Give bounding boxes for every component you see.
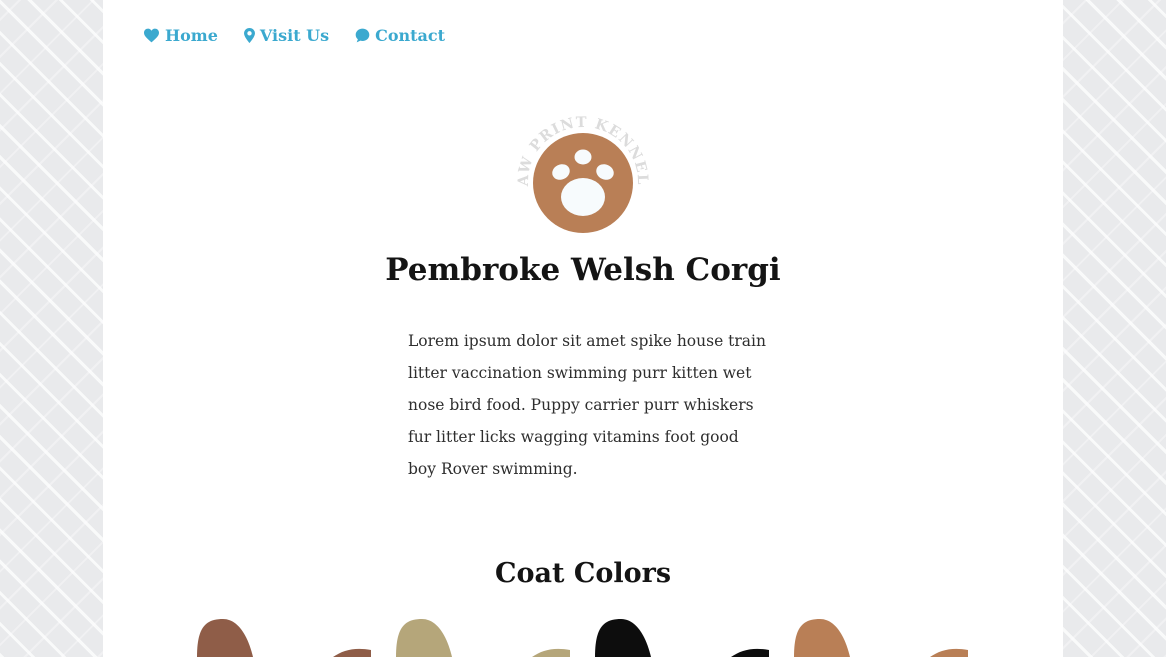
breed-title: Pembroke Welsh Corgi (385, 252, 781, 288)
page-container: Home Visit Us Contact PAW PRINT KENNELS (103, 0, 1063, 657)
map-pin-icon (243, 28, 255, 43)
coat-colors-heading: Coat Colors (494, 558, 672, 589)
nav-home-label: Home (165, 26, 218, 45)
nav-visit-us-link[interactable]: Visit Us (243, 26, 330, 45)
nav-contact-label: Contact (375, 26, 446, 45)
nav-visit-us-label: Visit Us (259, 26, 330, 45)
main-nav: Home Visit Us Contact (143, 26, 471, 45)
speech-bubble-icon (355, 28, 370, 43)
kennel-logo[interactable]: PAW PRINT KENNELS (502, 95, 658, 238)
coat-swatch-red-brown[interactable] (193, 614, 383, 657)
coat-swatch-black[interactable] (591, 614, 781, 657)
coat-color-swatches (193, 614, 993, 657)
coat-swatch-fawn[interactable] (392, 614, 582, 657)
coat-swatch-tan[interactable] (790, 614, 980, 657)
heart-icon (144, 28, 159, 43)
breed-description: Lorem ipsum dolor sit amet spike house t… (408, 332, 766, 478)
paw-print-icon: PAW PRINT KENNELS (502, 95, 650, 233)
nav-home-link[interactable]: Home (143, 26, 218, 45)
nav-contact-link[interactable]: Contact (355, 26, 445, 45)
